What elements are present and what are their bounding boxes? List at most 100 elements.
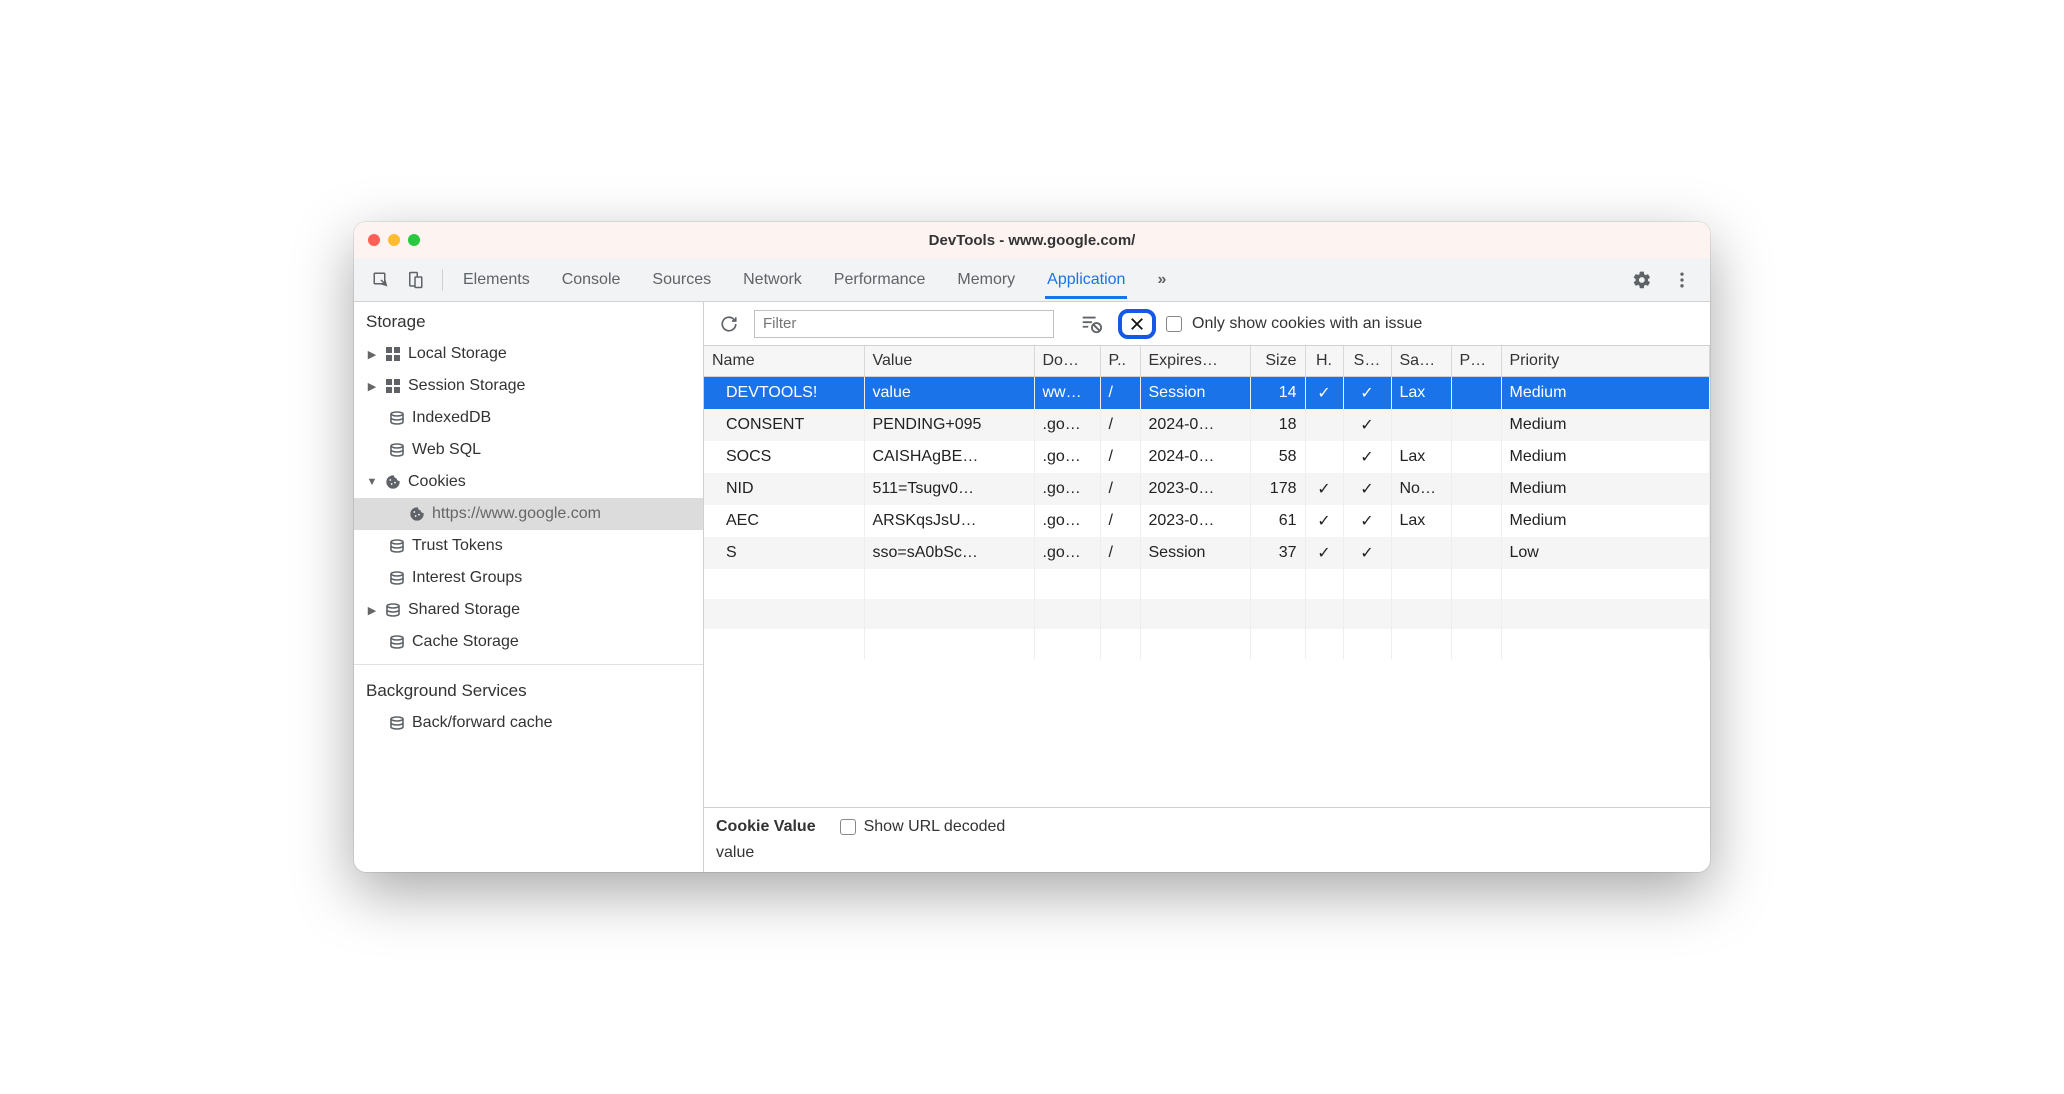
tab-console[interactable]: Console <box>560 261 623 299</box>
sidebar-item-trust-tokens[interactable]: Trust Tokens <box>354 530 703 562</box>
col-path[interactable]: P.. <box>1100 346 1140 377</box>
cell-partitionkey <box>1451 537 1501 569</box>
cookie-value-text: value <box>716 844 1698 862</box>
col-partitionkey[interactable]: P… <box>1451 346 1501 377</box>
database-icon <box>388 443 406 457</box>
database-icon <box>388 571 406 585</box>
cell-domain: ww… <box>1034 377 1100 410</box>
cell-value: 511=Tsugv0… <box>864 473 1034 505</box>
cell-size: 18 <box>1250 409 1305 441</box>
sidebar-item-label: Cache Storage <box>412 633 519 651</box>
cookie-detail-pane: Cookie Value Show URL decoded value <box>704 807 1710 872</box>
sidebar-item-websql[interactable]: Web SQL <box>354 434 703 466</box>
sidebar-item-label: Session Storage <box>408 377 525 395</box>
table-row[interactable]: NID511=Tsugv0….go…/2023-0…178✓✓No…Medium <box>704 473 1710 505</box>
cell-domain: .go… <box>1034 505 1100 537</box>
tab-performance[interactable]: Performance <box>832 261 928 299</box>
cell-path: / <box>1100 537 1140 569</box>
clear-all-filter-icon[interactable] <box>1074 309 1108 339</box>
cookies-table-wrap: Name Value Do… P.. Expires… Size H. S… S… <box>704 346 1710 807</box>
sidebar-item-bf-cache[interactable]: Back/forward cache <box>354 707 703 739</box>
cell-partitionkey <box>1451 505 1501 537</box>
cell-priority: Medium <box>1501 505 1710 537</box>
table-row[interactable]: SOCSCAISHAgBE….go…/2024-0…58✓LaxMedium <box>704 441 1710 473</box>
cell-size: 58 <box>1250 441 1305 473</box>
device-toolbar-icon[interactable] <box>398 265 432 295</box>
sidebar-item-indexeddb[interactable]: IndexedDB <box>354 402 703 434</box>
cell-path: / <box>1100 473 1140 505</box>
database-icon <box>388 716 406 730</box>
sidebar-item-label: IndexedDB <box>412 409 491 427</box>
col-expires[interactable]: Expires… <box>1140 346 1250 377</box>
col-name[interactable]: Name <box>704 346 864 377</box>
cell-path: / <box>1100 409 1140 441</box>
sidebar-item-label: Local Storage <box>408 345 507 363</box>
chevron-down-icon: ▼ <box>366 476 378 488</box>
cookie-value-label: Cookie Value <box>716 818 816 836</box>
cell-priority: Medium <box>1501 409 1710 441</box>
delete-selected-button[interactable] <box>1118 309 1156 339</box>
tab-elements[interactable]: Elements <box>461 261 532 299</box>
cell-http: ✓ <box>1305 537 1343 569</box>
cell-size: 178 <box>1250 473 1305 505</box>
col-value[interactable]: Value <box>864 346 1034 377</box>
url-decoded-checkbox[interactable] <box>840 819 856 835</box>
table-row[interactable]: Ssso=sA0bSc….go…/Session37✓✓Low <box>704 537 1710 569</box>
tab-network[interactable]: Network <box>741 261 804 299</box>
sidebar-item-label: https://www.google.com <box>432 505 601 523</box>
sidebar: Storage ▶ Local Storage ▶ Session Storag… <box>354 302 704 872</box>
sidebar-item-cookies[interactable]: ▼ Cookies <box>354 466 703 498</box>
table-row[interactable]: DEVTOOLS!valueww…/Session14✓✓LaxMedium <box>704 377 1710 410</box>
col-secure[interactable]: S… <box>1343 346 1391 377</box>
gear-icon[interactable] <box>1624 264 1660 296</box>
cell-samesite: Lax <box>1391 441 1451 473</box>
table-row-empty <box>704 569 1710 599</box>
main-area: Storage ▶ Local Storage ▶ Session Storag… <box>354 302 1710 872</box>
tabs-overflow-icon[interactable]: » <box>1155 261 1168 299</box>
kebab-menu-icon[interactable] <box>1664 264 1700 296</box>
sidebar-item-label: Cookies <box>408 473 466 491</box>
filter-bar: Only show cookies with an issue <box>704 302 1710 346</box>
grid-icon <box>384 379 402 393</box>
tab-application[interactable]: Application <box>1045 261 1127 299</box>
cell-secure: ✓ <box>1343 473 1391 505</box>
filter-input[interactable] <box>754 310 1054 338</box>
cell-partitionkey <box>1451 377 1501 410</box>
cell-expires: Session <box>1140 537 1250 569</box>
table-row[interactable]: AECARSKqsJsU….go…/2023-0…61✓✓LaxMedium <box>704 505 1710 537</box>
chevron-right-icon: ▶ <box>366 348 378 361</box>
cell-value: PENDING+095 <box>864 409 1034 441</box>
sidebar-item-local-storage[interactable]: ▶ Local Storage <box>354 338 703 370</box>
cell-samesite <box>1391 537 1451 569</box>
col-priority[interactable]: Priority <box>1501 346 1710 377</box>
col-size[interactable]: Size <box>1250 346 1305 377</box>
cell-partitionkey <box>1451 441 1501 473</box>
tab-sources[interactable]: Sources <box>650 261 713 299</box>
inspect-element-icon[interactable] <box>364 265 398 295</box>
col-domain[interactable]: Do… <box>1034 346 1100 377</box>
col-samesite[interactable]: Sa… <box>1391 346 1451 377</box>
table-header-row: Name Value Do… P.. Expires… Size H. S… S… <box>704 346 1710 377</box>
cell-name: SOCS <box>704 441 864 473</box>
sidebar-item-label: Trust Tokens <box>412 537 503 555</box>
sidebar-item-cookie-origin[interactable]: https://www.google.com <box>354 498 703 530</box>
cookie-icon <box>384 474 402 490</box>
sidebar-section-storage: Storage <box>354 302 703 338</box>
cell-name: AEC <box>704 505 864 537</box>
cell-value: value <box>864 377 1034 410</box>
database-icon <box>388 411 406 425</box>
table-row[interactable]: CONSENTPENDING+095.go…/2024-0…18✓Medium <box>704 409 1710 441</box>
sidebar-item-shared-storage[interactable]: ▶ Shared Storage <box>354 594 703 626</box>
col-http[interactable]: H. <box>1305 346 1343 377</box>
cookies-table: Name Value Do… P.. Expires… Size H. S… S… <box>704 346 1710 659</box>
cell-http: ✓ <box>1305 473 1343 505</box>
sidebar-item-cache-storage[interactable]: Cache Storage <box>354 626 703 658</box>
tab-memory[interactable]: Memory <box>955 261 1017 299</box>
cell-samesite: Lax <box>1391 505 1451 537</box>
only-issue-checkbox[interactable] <box>1166 316 1182 332</box>
sidebar-item-interest-groups[interactable]: Interest Groups <box>354 562 703 594</box>
refresh-icon[interactable] <box>714 311 744 337</box>
cell-secure: ✓ <box>1343 377 1391 410</box>
titlebar: DevTools - www.google.com/ <box>354 222 1710 258</box>
sidebar-item-session-storage[interactable]: ▶ Session Storage <box>354 370 703 402</box>
